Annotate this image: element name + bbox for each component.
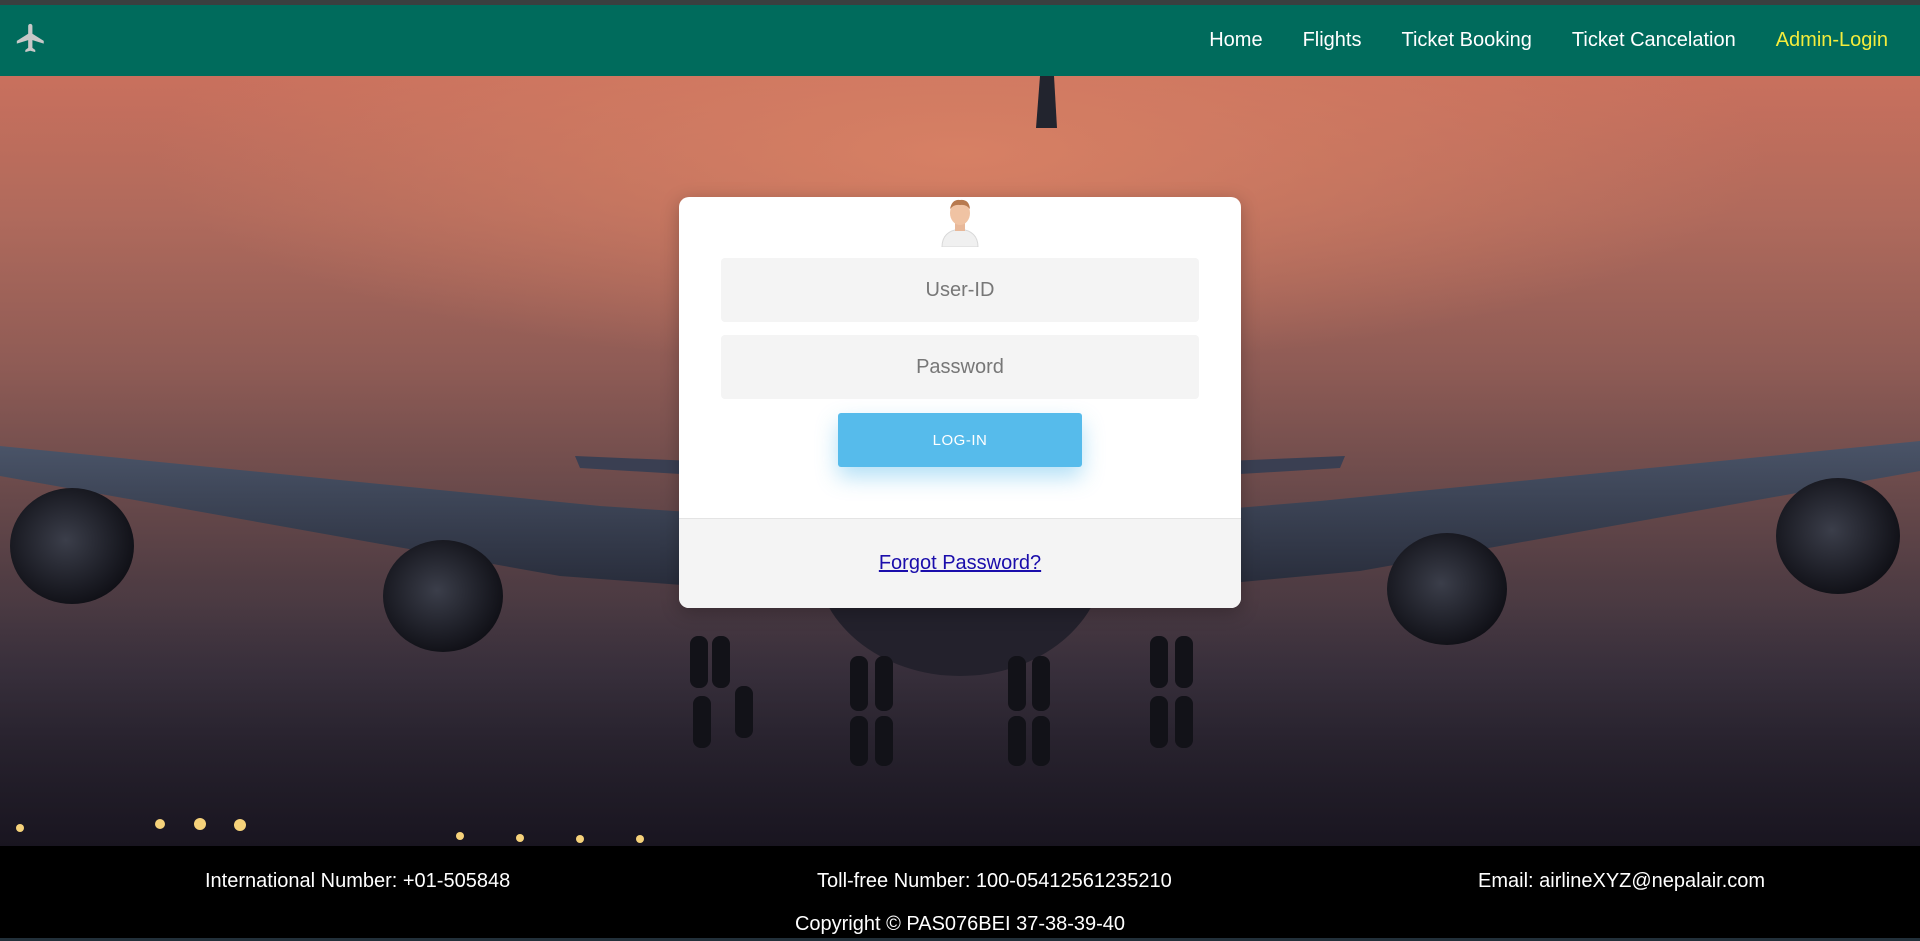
user-avatar-icon	[936, 197, 984, 248]
password-input[interactable]	[721, 335, 1199, 399]
nav-home[interactable]: Home	[1209, 29, 1262, 52]
copyright: Copyright © PAS076BEI 37-38-39-40	[794, 913, 1126, 935]
nav-ticket-cancelation[interactable]: Ticket Cancelation	[1572, 29, 1736, 52]
nav-ticket-booking[interactable]: Ticket Booking	[1401, 29, 1531, 52]
login-card: LOG-IN Forgot Password?	[679, 197, 1241, 608]
hero-background: LOG-IN Forgot Password?	[0, 76, 1920, 846]
tollfree-number: Toll-free Number: 100-05412561235210	[817, 870, 1172, 892]
login-button[interactable]: LOG-IN	[838, 413, 1082, 467]
brand-logo[interactable]	[12, 19, 50, 57]
contact-email: Email: airlineXYZ@nepalair.com	[1478, 870, 1766, 892]
user-id-input[interactable]	[721, 258, 1199, 322]
footer: International Number: +01-505848 Toll-fr…	[0, 846, 1920, 938]
forgot-password-link[interactable]: Forgot Password?	[879, 552, 1041, 575]
nav-links: Home Flights Ticket Booking Ticket Cance…	[1169, 5, 1888, 76]
login-card-footer: Forgot Password?	[679, 518, 1241, 608]
airplane-icon	[16, 23, 44, 53]
nav-admin-login[interactable]: Admin-Login	[1776, 29, 1888, 52]
nav-flights[interactable]: Flights	[1303, 29, 1362, 52]
international-number: International Number: +01-505848	[205, 870, 511, 892]
navbar: Home Flights Ticket Booking Ticket Cance…	[0, 5, 1920, 76]
